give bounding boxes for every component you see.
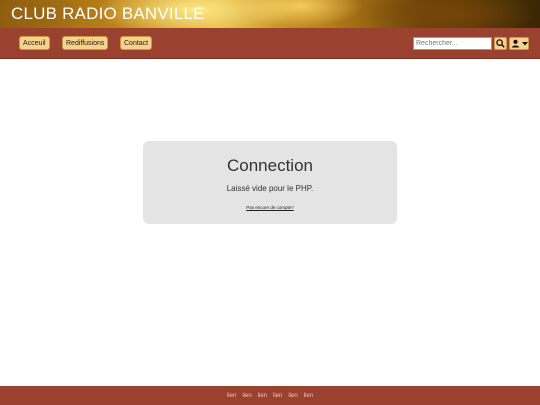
search-input[interactable]	[413, 37, 492, 50]
login-note: Laissé vide pour le PHP.	[226, 184, 314, 193]
login-card: Connection Laissé vide pour le PHP. Pas …	[143, 141, 397, 224]
footer-link[interactable]: lien	[258, 393, 267, 399]
nav-replays-button[interactable]: Rediffusions	[62, 36, 109, 50]
header-banner: CLUB RADIO BANVILLE	[0, 0, 540, 28]
login-title: Connection	[226, 156, 313, 175]
footer: lien lien lien lien lien lien	[0, 386, 540, 405]
footer-link[interactable]: lien	[304, 393, 313, 399]
footer-link[interactable]: lien	[242, 393, 251, 399]
footer-link[interactable]: lien	[227, 393, 236, 399]
footer-links: lien lien lien lien lien lien	[0, 386, 540, 405]
nav-contact-button[interactable]: Contact	[120, 36, 153, 50]
footer-link[interactable]: lien	[273, 393, 282, 399]
footer-link[interactable]: lien	[288, 393, 297, 399]
nav-home-button[interactable]: Acceuil	[19, 36, 50, 50]
user-menu-button[interactable]	[509, 37, 529, 50]
site-title: CLUB RADIO BANVILLE	[11, 4, 205, 23]
search-icon	[496, 39, 505, 48]
signup-link[interactable]: Pas encore de compte?	[143, 205, 397, 210]
caret-down-icon	[522, 42, 528, 46]
search-button[interactable]	[494, 37, 507, 50]
